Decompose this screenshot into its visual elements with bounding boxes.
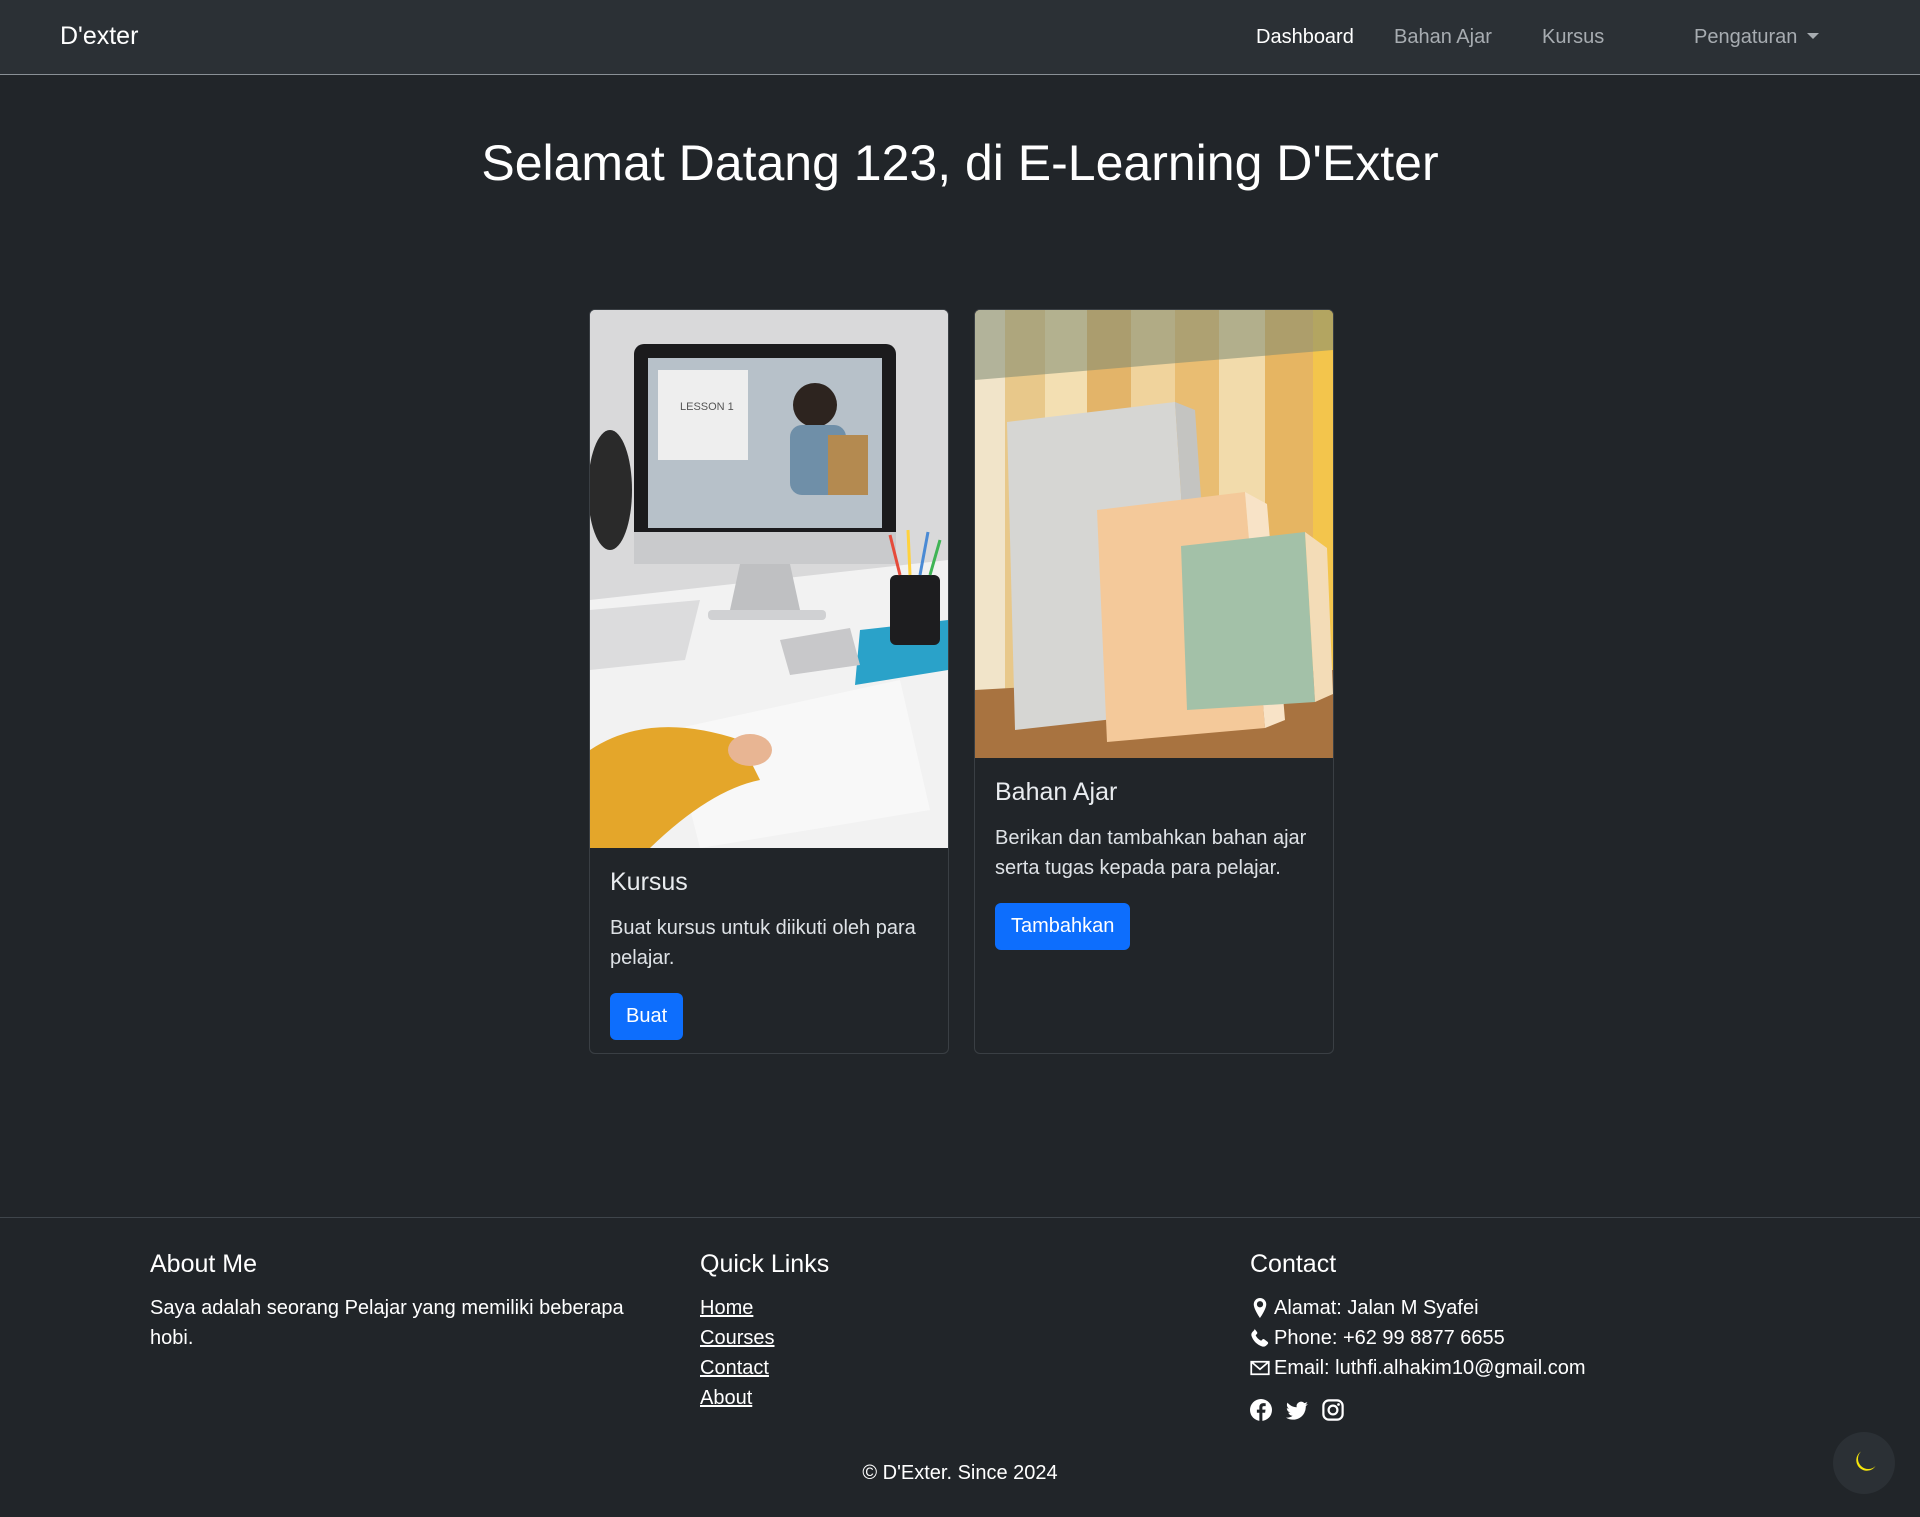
phone-icon (1251, 1328, 1269, 1347)
tambahkan-button[interactable]: Tambahkan (995, 903, 1131, 950)
about-text: Saya adalah seorang Pelajar yang memilik… (150, 1297, 624, 1349)
moon-icon (1856, 1451, 1876, 1471)
footer-contact: Contact Alamat: Jalan M Syafei Phone: +6… (1250, 1250, 1750, 1421)
card-kursus-title: Kursus (610, 868, 688, 896)
envelope-icon (1250, 1360, 1270, 1376)
card-bahan-ajar-title: Bahan Ajar (995, 778, 1118, 806)
brand-logo[interactable]: D'exter (60, 22, 138, 51)
map-pin-icon (1253, 1298, 1267, 1318)
page-title: Selamat Datang 123, di E-Learning D'Exte… (481, 135, 1439, 191)
nav-kursus[interactable]: Kursus (1542, 26, 1604, 49)
footer-about: About Me Saya adalah seorang Pelajar yan… (150, 1250, 650, 1353)
card-bahan-ajar-text: Berikan dan tambahkan bahan ajar serta t… (995, 827, 1307, 879)
contact-heading: Contact (1250, 1250, 1337, 1278)
card-kursus: LESSON 1 Kursus Buat kursus untuk diikut… (589, 309, 949, 1054)
settings-label: Pengaturan (1694, 26, 1798, 48)
card-bahan-ajar-body: Bahan Ajar Berikan dan tambahkan bahan a… (995, 778, 1313, 950)
card-kursus-text: Buat kursus untuk diikuti oleh para pela… (610, 917, 916, 969)
online-lesson-image: LESSON 1 (590, 310, 948, 848)
quick-links-heading: Quick Links (700, 1250, 830, 1278)
about-heading: About Me (150, 1250, 258, 1278)
nav-bahan-ajar[interactable]: Bahan Ajar (1394, 26, 1492, 49)
footer-link-courses[interactable]: Courses (700, 1323, 1100, 1353)
email-text: Email: luthfi.alhakim10@gmail.com (1274, 1357, 1586, 1379)
contact-email: Email: luthfi.alhakim10@gmail.com (1250, 1353, 1750, 1383)
contact-phone: Phone: +62 99 8877 6655 (1250, 1323, 1750, 1353)
address-text: Alamat: Jalan M Syafei (1274, 1297, 1479, 1319)
buat-button[interactable]: Buat (610, 993, 684, 1040)
phone-text: Phone: +62 99 8877 6655 (1274, 1327, 1505, 1349)
theme-toggle-button[interactable] (1833, 1432, 1895, 1494)
svg-text:LESSON 1: LESSON 1 (680, 401, 734, 413)
footer-link-contact[interactable]: Contact (700, 1353, 1100, 1383)
card-bahan-ajar: Bahan Ajar Berikan dan tambahkan bahan a… (974, 309, 1334, 1054)
social-links (1250, 1399, 1750, 1421)
footer-quick-links: Quick Links Home Courses Contact About (700, 1250, 1100, 1413)
footer-link-home[interactable]: Home (700, 1293, 1100, 1323)
instagram-icon[interactable] (1322, 1399, 1344, 1421)
copyright: © D'Exter. Since 2024 (862, 1462, 1058, 1484)
card-kursus-body: Kursus Buat kursus untuk diikuti oleh pa… (610, 868, 928, 1040)
facebook-icon[interactable] (1250, 1399, 1272, 1421)
settings-dropdown[interactable]: Pengaturan (1694, 26, 1820, 49)
top-navbar: D'exter Dashboard Bahan Ajar Kursus Peng… (0, 0, 1920, 75)
twitter-icon[interactable] (1286, 1399, 1308, 1421)
nav-dashboard[interactable]: Dashboard (1256, 26, 1354, 49)
footer-link-about[interactable]: About (700, 1383, 1100, 1413)
contact-address: Alamat: Jalan M Syafei (1250, 1293, 1750, 1323)
books-image (975, 310, 1333, 758)
caret-down-icon (1807, 33, 1820, 39)
